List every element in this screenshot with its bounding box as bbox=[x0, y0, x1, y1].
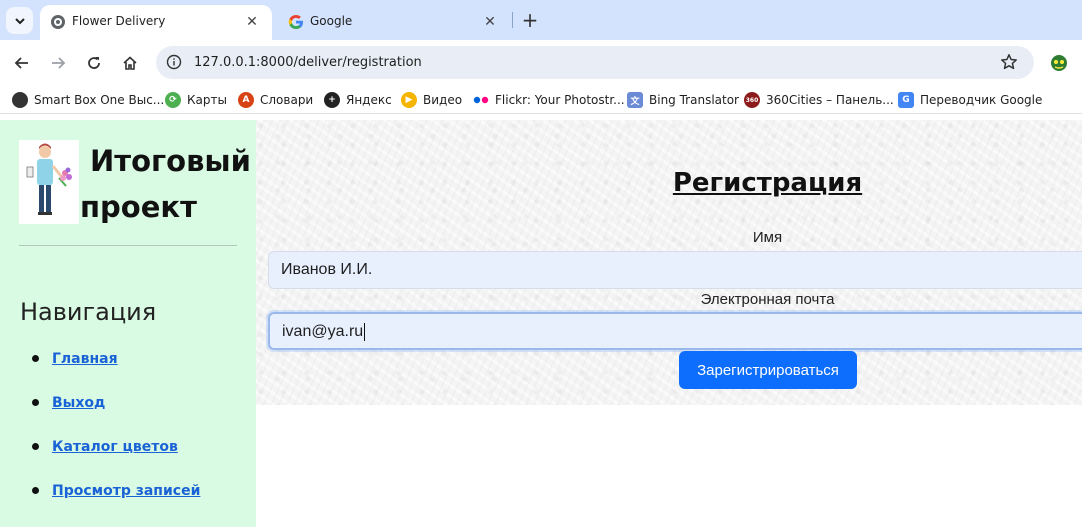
nav-link-home[interactable]: Главная bbox=[52, 351, 118, 367]
bookmark-label: Flickr: Your Photostr... bbox=[495, 93, 625, 107]
close-icon[interactable]: ✕ bbox=[242, 12, 262, 32]
bookmark-label: Яндекс bbox=[346, 93, 392, 107]
bookmark-smart-box[interactable]: Smart Box One Выс... bbox=[12, 91, 164, 109]
forward-button[interactable] bbox=[44, 49, 72, 77]
tab-google[interactable]: Google ✕ bbox=[278, 5, 510, 40]
nav-item-records: Просмотр записей bbox=[30, 480, 200, 524]
new-tab-button[interactable]: + bbox=[518, 8, 542, 32]
nav-link-logout[interactable]: Выход bbox=[52, 395, 105, 411]
close-icon[interactable]: ✕ bbox=[480, 12, 500, 32]
bookmark-video[interactable]: ▶ Видео bbox=[401, 91, 462, 109]
address-bar[interactable]: 127.0.0.1:8000/deliver/registration bbox=[156, 46, 1034, 79]
nav-item-catalog: Каталог цветов bbox=[30, 436, 200, 480]
maps-icon: ⟳ bbox=[165, 92, 181, 108]
url-text: 127.0.0.1:8000/deliver/registration bbox=[194, 55, 422, 70]
bookmark-label: Smart Box One Выс... bbox=[34, 93, 165, 107]
bookmark-label: Переводчик Google bbox=[920, 93, 1043, 107]
nav-link-records[interactable]: Просмотр записей bbox=[52, 483, 200, 499]
name-input[interactable]: Иванов И.И. bbox=[268, 251, 1082, 289]
browser-toolbar: 127.0.0.1:8000/deliver/registration bbox=[0, 40, 1082, 86]
bookmark-label: 360Cities – Панель... bbox=[766, 93, 894, 107]
bookmark-bing-translator[interactable]: 文 Bing Translator bbox=[627, 91, 739, 109]
bookmarks-bar: Smart Box One Выс... ⟳ Карты A Словари +… bbox=[0, 86, 1082, 114]
courier-illustration bbox=[19, 140, 79, 224]
nav-heading: Навигация bbox=[20, 298, 157, 326]
360cities-icon: 360 bbox=[744, 92, 760, 108]
tv-icon bbox=[12, 92, 28, 108]
tab-divider bbox=[512, 12, 513, 28]
tab-flower-delivery[interactable]: Flower Delivery ✕ bbox=[40, 5, 272, 40]
chevron-down-icon bbox=[14, 17, 25, 24]
bookmark-label: Карты bbox=[187, 93, 227, 107]
bookmark-dictionaries[interactable]: A Словари bbox=[238, 91, 313, 109]
registration-section: Регистрация Имя Иванов И.И. Электронная … bbox=[256, 120, 1082, 405]
name-input-value: Иванов И.И. bbox=[281, 261, 373, 278]
bookmark-label: Bing Translator bbox=[649, 93, 739, 107]
bookmark-360cities[interactable]: 360 360Cities – Панель... bbox=[744, 91, 894, 109]
name-label: Имя bbox=[752, 229, 783, 246]
bookmark-label: Словари bbox=[260, 93, 314, 107]
dictionary-icon: A bbox=[238, 92, 254, 108]
page-title: Регистрация bbox=[672, 168, 863, 198]
email-input[interactable]: ivan@ya.ru bbox=[268, 312, 1082, 350]
globe-icon bbox=[51, 15, 65, 29]
text-caret bbox=[364, 322, 366, 341]
google-icon bbox=[288, 15, 303, 29]
site-title-line2: проект bbox=[80, 190, 197, 224]
bookmark-google-translate[interactable]: G Переводчик Google bbox=[898, 91, 1042, 109]
play-icon: ▶ bbox=[401, 92, 417, 108]
email-input-value: ivan@ya.ru bbox=[282, 323, 364, 340]
star-icon[interactable] bbox=[1000, 53, 1018, 71]
back-button[interactable] bbox=[8, 49, 36, 77]
bookmark-yandex[interactable]: + Яндекс bbox=[324, 91, 392, 109]
arrow-left-icon bbox=[14, 57, 28, 69]
tab-title: Flower Delivery bbox=[72, 14, 166, 28]
translator-icon: 文 bbox=[627, 92, 643, 108]
flickr-icon bbox=[473, 92, 489, 108]
tab-search-button[interactable] bbox=[6, 7, 33, 34]
nav-link-catalog[interactable]: Каталог цветов bbox=[52, 439, 178, 455]
email-label: Электронная почта bbox=[700, 291, 835, 308]
bookmark-flickr[interactable]: Flickr: Your Photostr... bbox=[473, 91, 625, 109]
site-info-button[interactable] bbox=[164, 52, 184, 72]
site-title-line1: Итоговый bbox=[90, 144, 251, 178]
reload-button[interactable] bbox=[80, 49, 108, 77]
bookmark-label: Видео bbox=[423, 93, 463, 107]
register-button[interactable]: Зарегистрироваться bbox=[679, 351, 857, 389]
page-content: Итоговый проект Навигация Главная Выход … bbox=[0, 120, 1082, 527]
extension-icon[interactable] bbox=[1050, 54, 1068, 72]
bookmark-maps[interactable]: ⟳ Карты bbox=[165, 91, 227, 109]
reload-icon bbox=[88, 57, 100, 69]
home-button[interactable] bbox=[116, 49, 144, 77]
site-title: Итоговый проект bbox=[80, 138, 251, 230]
nav-item-home: Главная bbox=[30, 348, 200, 392]
tab-title: Google bbox=[310, 14, 353, 28]
info-icon bbox=[166, 54, 182, 70]
nav-list: Главная Выход Каталог цветов Просмотр за… bbox=[30, 348, 200, 524]
arrow-right-icon bbox=[52, 57, 66, 69]
sidebar: Итоговый проект Навигация Главная Выход … bbox=[0, 120, 256, 527]
tab-strip: Flower Delivery ✕ Google ✕ + bbox=[0, 0, 1082, 40]
google-translate-icon: G bbox=[898, 92, 914, 108]
home-icon bbox=[123, 56, 137, 70]
sidebar-divider bbox=[19, 245, 237, 246]
nav-item-logout: Выход bbox=[30, 392, 200, 436]
yandex-icon: + bbox=[324, 92, 340, 108]
